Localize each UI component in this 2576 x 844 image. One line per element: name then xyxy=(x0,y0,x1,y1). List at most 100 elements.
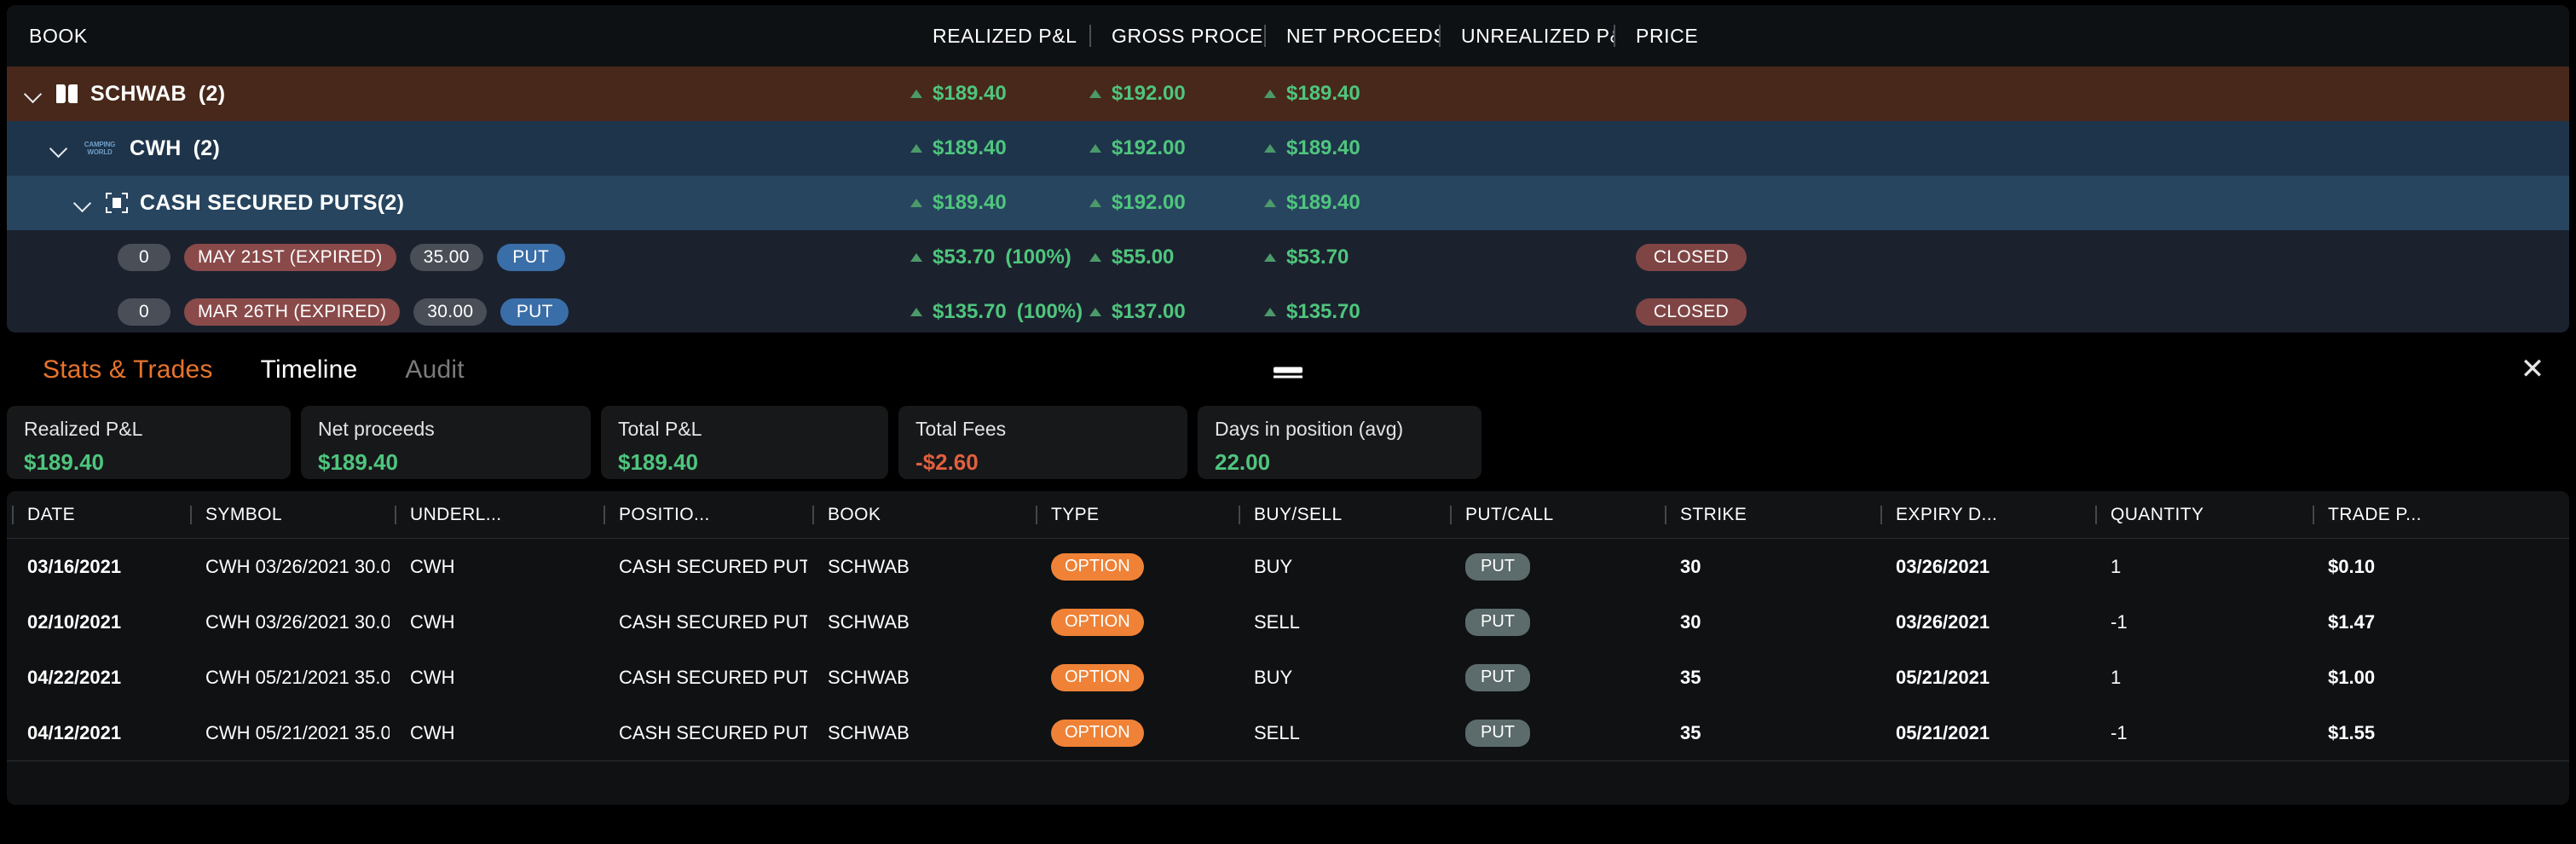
leg-strike-pill[interactable]: 30.00 xyxy=(413,298,488,326)
strategy-icon xyxy=(106,193,128,213)
trades-column-header-put-call[interactable]: PUT/CALL xyxy=(1445,505,1660,525)
leg-quantity-pill[interactable]: 0 xyxy=(118,298,170,326)
trade-buy-sell: BUY xyxy=(1254,555,1293,577)
trades-column-header-trade-price[interactable]: TRADE P... xyxy=(2307,505,2521,525)
trade-type-pill: OPTION xyxy=(1051,719,1144,747)
trade-position: CASH SECURED PUTS xyxy=(619,666,807,688)
trade-date: 04/22/2021 xyxy=(27,666,122,688)
trade-quantity: -1 xyxy=(2111,610,2128,633)
trade-strike: 30 xyxy=(1680,555,1701,577)
trade-price: $1.00 xyxy=(2328,666,2376,688)
caret-up-icon xyxy=(1089,144,1101,153)
leg-expiry-pill[interactable]: MAY 21ST (EXPIRED) xyxy=(184,244,396,271)
book-row-label: SCHWAB xyxy=(90,81,187,106)
column-header-gross-proceeds[interactable]: GROSS PROCEEDS xyxy=(1089,25,1264,48)
chevron-down-icon[interactable] xyxy=(72,192,94,214)
position-row-symbol-cwh[interactable]: CAMPING WORLD CWH (2) $189.40 $192.00 $1… xyxy=(7,121,2569,176)
leg-strike-pill[interactable]: 35.00 xyxy=(409,244,483,271)
column-header-realized-pl[interactable]: REALIZED P&L xyxy=(910,25,1089,48)
chevron-down-icon[interactable] xyxy=(22,83,44,105)
close-icon[interactable]: ✕ xyxy=(2518,355,2547,384)
caret-up-icon xyxy=(1089,90,1101,98)
leg-net-proceeds: $53.70 xyxy=(1286,246,1349,269)
chevron-down-icon[interactable] xyxy=(48,137,70,159)
logo-line-2: WORLD xyxy=(87,148,113,156)
trades-column-header-position[interactable]: POSITIO... xyxy=(598,505,807,525)
caret-up-icon xyxy=(1264,90,1276,98)
trade-underlying: CWH xyxy=(410,721,455,743)
trades-column-header-symbol[interactable]: SYMBOL xyxy=(185,505,390,525)
position-row-strategy-cash-secured-puts[interactable]: CASH SECURED PUTS(2) $189.40 $192.00 $18… xyxy=(7,176,2569,230)
tab-timeline[interactable]: Timeline xyxy=(237,356,382,384)
leg-net-proceeds: $135.70 xyxy=(1286,300,1360,323)
leg-realized-pl: $53.70 xyxy=(933,246,996,269)
strategy-realized-pl: $189.40 xyxy=(933,191,1007,214)
caret-up-icon xyxy=(1264,144,1276,153)
stat-card-total-pl: Total P&L $189.40 xyxy=(601,406,888,479)
trade-buy-sell: SELL xyxy=(1254,610,1300,633)
trade-underlying: CWH xyxy=(410,610,455,633)
trade-quantity: 1 xyxy=(2111,555,2122,577)
trades-column-header-quantity[interactable]: QUANTITY xyxy=(2090,505,2307,525)
symbol-row-label: CWH xyxy=(130,136,182,160)
column-header-unrealized-pl[interactable]: UNREALIZED P&L$ xyxy=(1439,25,1614,48)
table-row[interactable]: 03/16/2021 CWH 03/26/2021 30.00 P CWH CA… xyxy=(7,539,2569,594)
trade-symbol: CWH 03/26/2021 30.00 P xyxy=(205,555,390,577)
panel-drag-handle[interactable] xyxy=(1274,367,1302,379)
column-header-net-proceeds[interactable]: NET PROCEEDS xyxy=(1264,25,1439,48)
leg-side-pill[interactable]: PUT xyxy=(500,298,569,326)
trades-column-header-buy-sell[interactable]: BUY/SELL xyxy=(1233,505,1445,525)
trades-table-footer xyxy=(7,760,2569,805)
book-row-count: (2) xyxy=(198,81,226,106)
trade-date: 04/12/2021 xyxy=(27,721,122,743)
trade-put-call-pill: PUT xyxy=(1465,552,1530,581)
book-gross-proceeds: $192.00 xyxy=(1112,82,1186,105)
stat-label: Total P&L xyxy=(618,418,702,440)
trades-column-header-expiry[interactable]: EXPIRY D... xyxy=(1875,505,2090,525)
book-realized-pl: $189.40 xyxy=(933,82,1007,105)
strategy-gross-proceeds: $192.00 xyxy=(1112,191,1186,214)
tab-audit[interactable]: Audit xyxy=(381,356,488,384)
stat-card-total-fees: Total Fees -$2.60 xyxy=(898,406,1187,479)
trades-column-header-book[interactable]: BOOK xyxy=(807,505,1031,525)
trade-buy-sell: BUY xyxy=(1254,666,1293,688)
trades-table-header: DATE SYMBOL UNDERL... POSITIO... BOOK TY… xyxy=(7,491,2569,539)
trade-put-call-pill: PUT xyxy=(1465,608,1530,636)
caret-up-icon xyxy=(1264,308,1276,316)
trade-put-call-pill: PUT xyxy=(1465,663,1530,691)
table-row[interactable]: 04/22/2021 CWH 05/21/2021 35.00 P CWH CA… xyxy=(7,650,2569,705)
leg-expiry-pill[interactable]: MAR 26TH (EXPIRED) xyxy=(184,298,401,326)
table-row[interactable]: 04/12/2021 CWH 05/21/2021 35.00 P CWH CA… xyxy=(7,705,2569,760)
leg-side-pill[interactable]: PUT xyxy=(496,244,565,271)
trades-column-header-type[interactable]: TYPE xyxy=(1031,505,1233,525)
trade-symbol: CWH 05/21/2021 35.00 P xyxy=(205,721,390,743)
position-row-book-schwab[interactable]: SCHWAB (2) $189.40 $192.00 $189.40 xyxy=(7,66,2569,121)
leg-realized-pct: (100%) xyxy=(1005,246,1071,269)
stat-label: Net proceeds xyxy=(318,418,435,440)
leg-status-badge: CLOSED xyxy=(1636,298,1747,326)
position-leg-row[interactable]: 0 MAY 21ST (EXPIRED) 35.00 PUT $53.70 (1… xyxy=(7,230,2569,285)
trade-price: $1.47 xyxy=(2328,610,2376,633)
table-row[interactable]: 02/10/2021 CWH 03/26/2021 30.00 P CWH CA… xyxy=(7,594,2569,650)
trades-table: DATE SYMBOL UNDERL... POSITIO... BOOK TY… xyxy=(7,491,2569,805)
leg-quantity-pill[interactable]: 0 xyxy=(118,244,170,271)
trade-type-pill: OPTION xyxy=(1051,552,1144,581)
column-header-book[interactable]: BOOK xyxy=(7,25,910,48)
stat-value: 22.00 xyxy=(1215,449,1271,475)
trades-column-header-underlying[interactable]: UNDERL... xyxy=(390,505,598,525)
trades-column-header-strike[interactable]: STRIKE xyxy=(1660,505,1875,525)
trade-put-call-pill: PUT xyxy=(1465,719,1530,747)
position-leg-row[interactable]: 0 MAR 26TH (EXPIRED) 30.00 PUT $135.70 (… xyxy=(7,285,2569,332)
stat-value: $189.40 xyxy=(618,449,698,475)
trade-strike: 30 xyxy=(1680,610,1701,633)
positions-panel: BOOK REALIZED P&L GROSS PROCEEDS NET PRO… xyxy=(7,5,2569,332)
stat-label: Realized P&L xyxy=(24,418,143,440)
column-header-price[interactable]: PRICE xyxy=(1614,25,1784,48)
tab-stats-and-trades[interactable]: Stats & Trades xyxy=(19,356,237,384)
trades-column-header-date[interactable]: DATE xyxy=(7,505,185,525)
logo-line-1: CAMPING xyxy=(84,141,116,148)
leg-realized-pl: $135.70 xyxy=(933,300,1007,323)
trade-underlying: CWH xyxy=(410,666,455,688)
trade-expiry-date: 05/21/2021 xyxy=(1896,721,1990,743)
trade-quantity: -1 xyxy=(2111,721,2128,743)
